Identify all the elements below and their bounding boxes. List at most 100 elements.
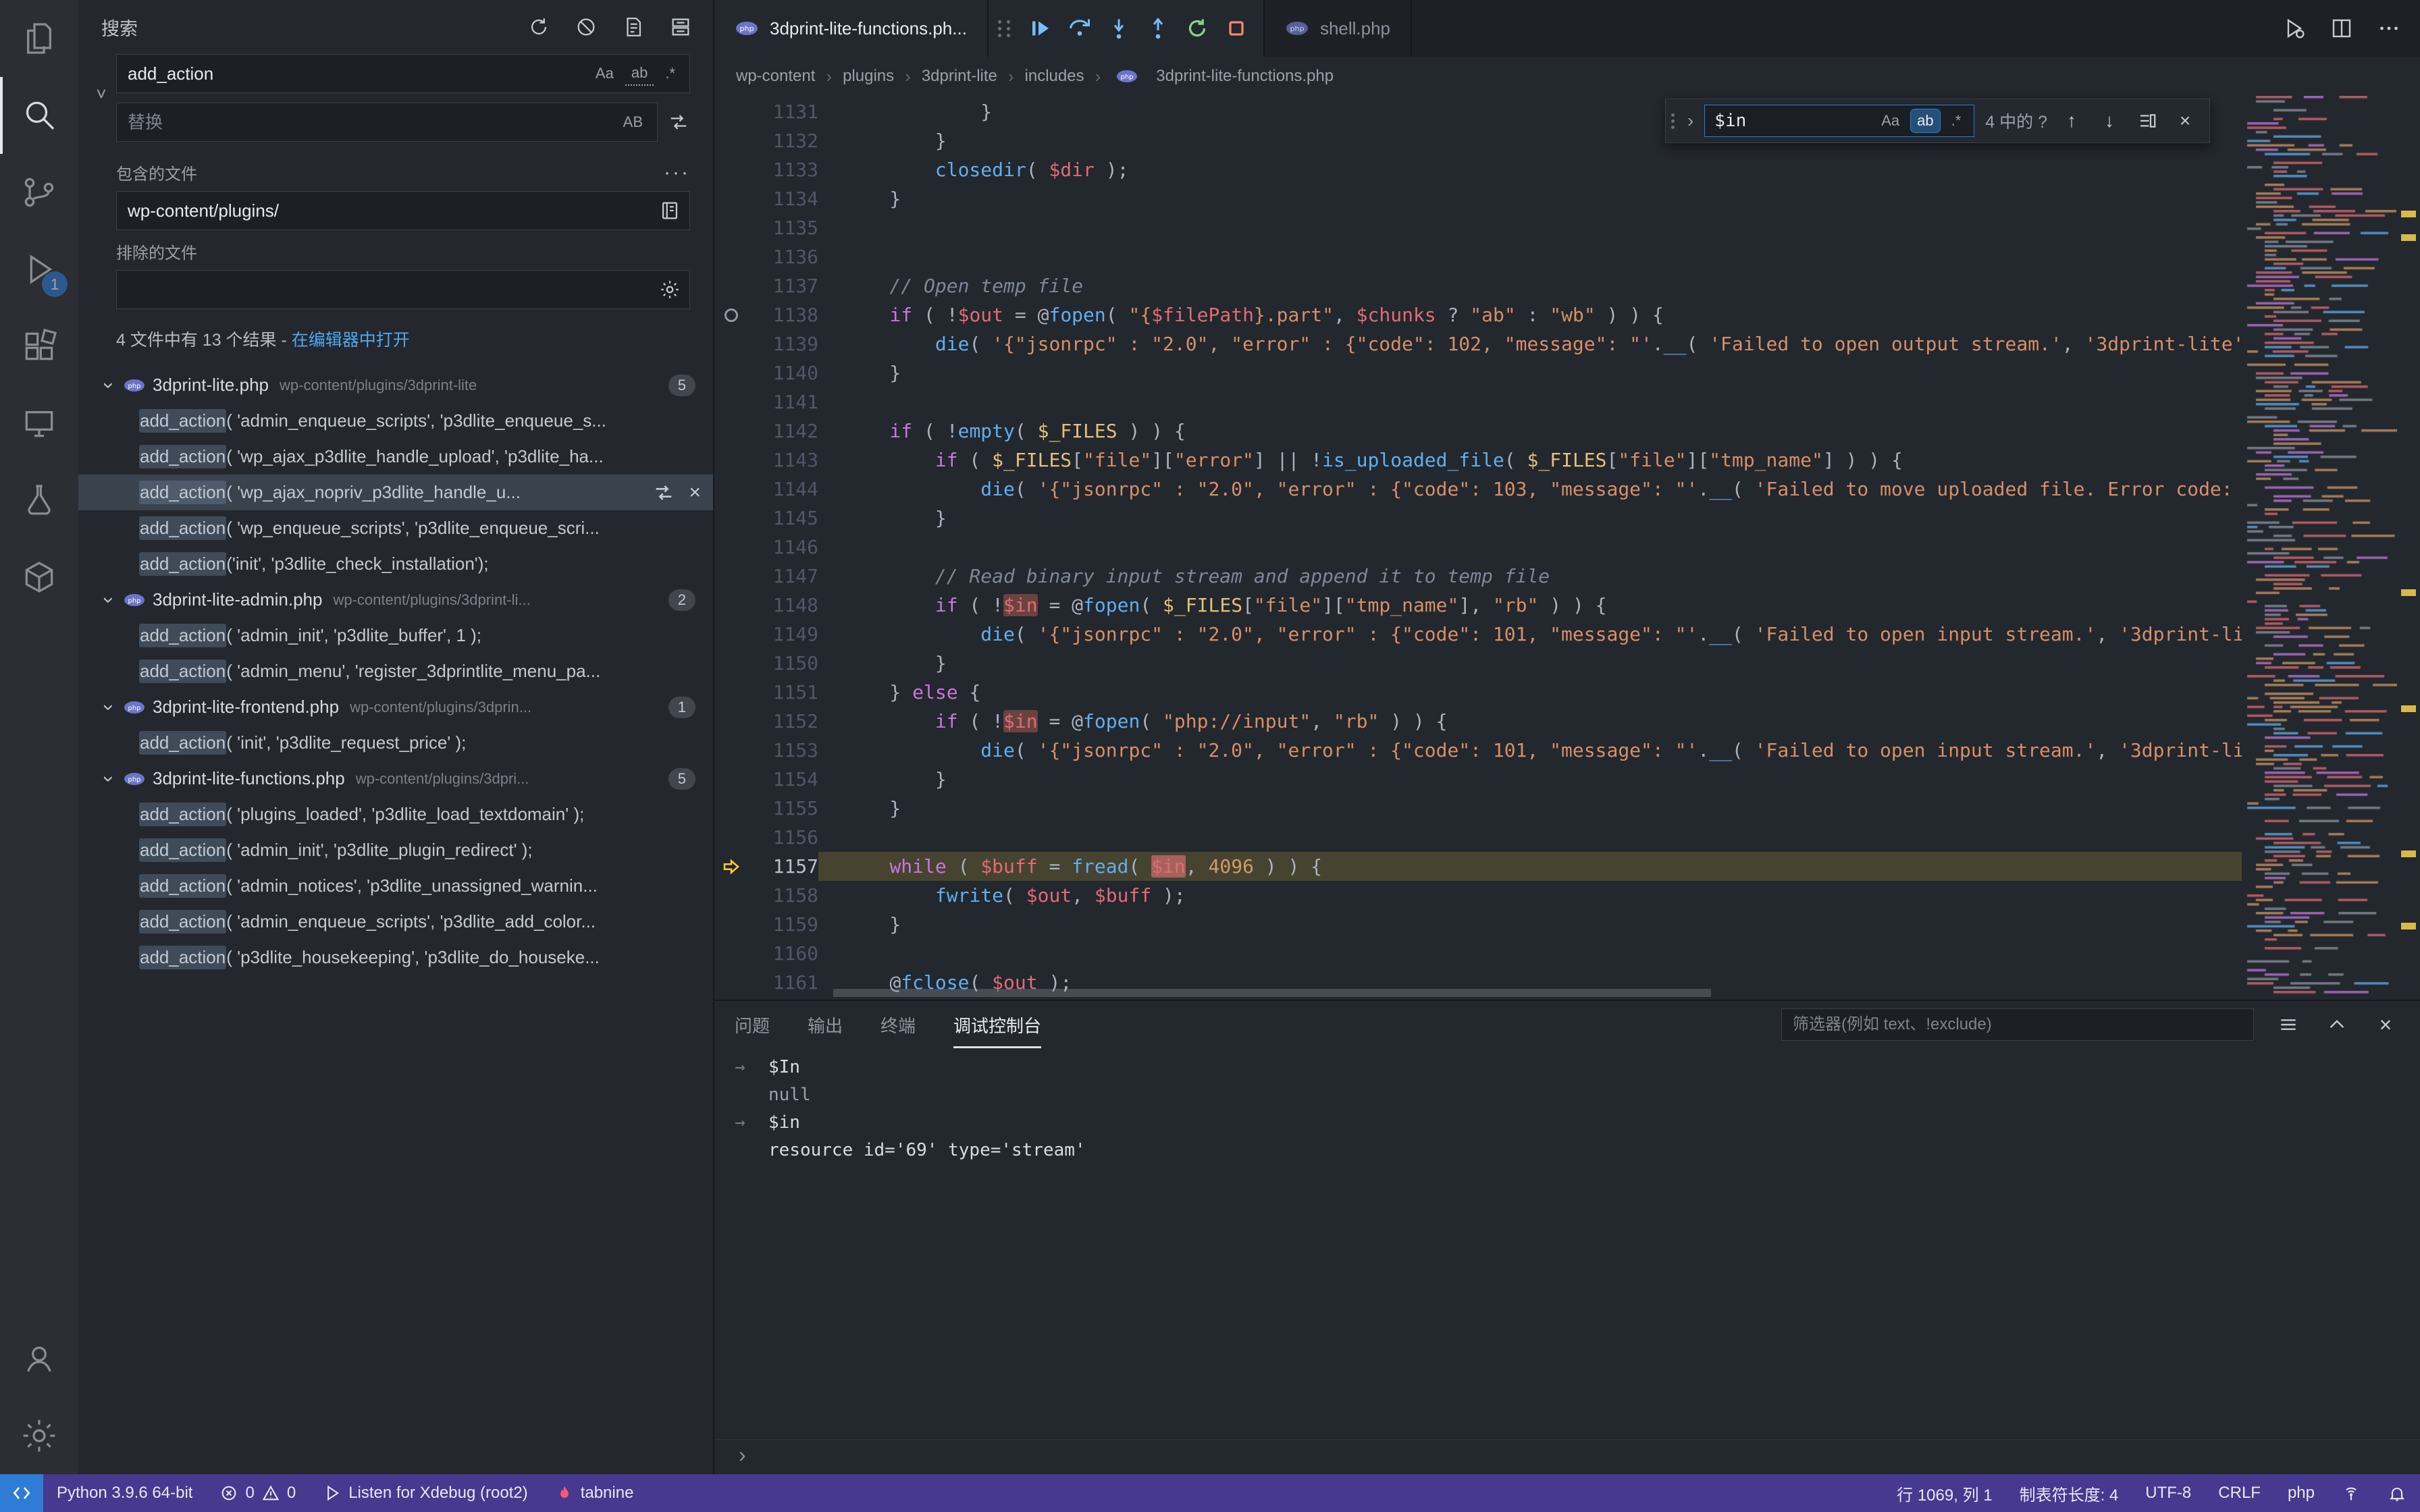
debug-step-out-icon[interactable]	[1140, 11, 1176, 46]
gutter-glyph-margin[interactable]	[714, 213, 748, 242]
code-line[interactable]: 1137 // Open temp file	[714, 271, 2242, 300]
code-line[interactable]: 1149 die( '{"jsonrpc" : "2.0", "error" :…	[714, 620, 2242, 649]
code-line[interactable]: 1153 die( '{"jsonrpc" : "2.0", "error" :…	[714, 736, 2242, 765]
run-or-debug-icon[interactable]	[2282, 16, 2307, 40]
encoding-status[interactable]: UTF-8	[2132, 1474, 2205, 1512]
code-line[interactable]: 1146	[714, 533, 2242, 562]
gutter-glyph-margin[interactable]	[714, 329, 748, 358]
search-file-row[interactable]: ›php3dprint-lite-admin.phpwp-content/plu…	[78, 582, 713, 618]
gutter-glyph-margin[interactable]	[714, 794, 748, 823]
breadcrumb-item[interactable]: includes	[1025, 67, 1084, 86]
panel-tab-输出[interactable]: 输出	[808, 1001, 843, 1048]
search-match-row[interactable]: add_action( 'admin_enqueue_scripts', 'p3…	[78, 904, 713, 940]
code-line[interactable]: 1133 closedir( $dir );	[714, 155, 2242, 184]
debug-stop-icon[interactable]	[1219, 11, 1254, 46]
code-line[interactable]: 1143 if ( $_FILES["file"]["error"] || !i…	[714, 446, 2242, 475]
problems-status[interactable]: 0 0	[206, 1474, 309, 1512]
search-file-row[interactable]: ›php3dprint-lite.phpwp-content/plugins/3…	[78, 367, 713, 403]
gutter-glyph-margin[interactable]	[714, 968, 748, 997]
overview-ruler[interactable]	[2397, 96, 2420, 1000]
chevron-down-icon[interactable]: ›	[97, 769, 120, 789]
code-line[interactable]: 1152 if ( !$in = @fopen( "php://input", …	[714, 707, 2242, 736]
match-case-toggle[interactable]: Aa	[589, 62, 620, 85]
gutter-glyph-margin[interactable]	[714, 939, 748, 968]
tab-3dprint-lite-functions[interactable]: php 3dprint-lite-functions.ph...	[714, 0, 989, 57]
dismiss-match-icon[interactable]: ×	[689, 481, 701, 504]
gutter-glyph-margin[interactable]	[714, 475, 748, 504]
gutter-glyph-margin[interactable]	[714, 707, 748, 736]
code-line[interactable]: 1156	[714, 823, 2242, 852]
gutter-glyph-margin[interactable]	[714, 852, 748, 881]
toggle-replace-icon[interactable]: ›	[1687, 110, 1693, 132]
breadcrumb-item[interactable]: 3dprint-lite	[922, 67, 997, 86]
debug-step-into-icon[interactable]	[1101, 11, 1136, 46]
find-widget-grip[interactable]	[1671, 113, 1675, 129]
search-match-row[interactable]: add_action( 'admin_notices', 'p3dlite_un…	[78, 868, 713, 904]
chevron-down-icon[interactable]: ›	[97, 590, 120, 610]
gutter-glyph-margin[interactable]	[714, 300, 748, 329]
split-editor-icon[interactable]	[2330, 16, 2354, 40]
code-line[interactable]: 1145 }	[714, 504, 2242, 533]
gutter-glyph-margin[interactable]	[714, 416, 748, 446]
collapse-all-icon[interactable]	[667, 14, 694, 40]
chevron-down-icon[interactable]: ›	[97, 375, 120, 396]
gutter-glyph-margin[interactable]	[714, 446, 748, 475]
open-editors-book-icon[interactable]	[658, 199, 681, 222]
code-line[interactable]: 1139 die( '{"jsonrpc" : "2.0", "error" :…	[714, 329, 2242, 358]
console-filter-input[interactable]	[1793, 1015, 2242, 1034]
clear-search-results-icon[interactable]	[573, 14, 600, 40]
debug-continue-icon[interactable]	[1023, 11, 1058, 46]
gutter-glyph-margin[interactable]	[714, 591, 748, 620]
horizontal-scrollbar[interactable]	[833, 989, 1711, 997]
gutter-glyph-margin[interactable]	[714, 678, 748, 707]
find-close-icon[interactable]: ×	[2172, 110, 2199, 132]
gutter-glyph-margin[interactable]	[714, 387, 748, 416]
gutter-glyph-margin[interactable]	[714, 562, 748, 591]
notifications-bell-icon[interactable]	[2374, 1474, 2420, 1512]
code-line[interactable]: 1142 if ( !empty( $_FILES ) ) {	[714, 416, 2242, 446]
code-line[interactable]: 1160	[714, 939, 2242, 968]
xdebug-launch-status[interactable]: Listen for Xdebug (root2)	[309, 1474, 542, 1512]
code-line[interactable]: 1135	[714, 213, 2242, 242]
indentation-status[interactable]: 制表符长度: 4	[2006, 1474, 2132, 1512]
debug-restart-icon[interactable]	[1180, 11, 1215, 46]
code-line[interactable]: 1138 if ( !$out = @fopen( "{$filePath}.p…	[714, 300, 2242, 329]
code-line[interactable]: 1136	[714, 242, 2242, 271]
search-match-row[interactable]: add_action( 'p3dlite_housekeeping', 'p3d…	[78, 940, 713, 975]
toggle-search-details-icon[interactable]: ···	[664, 161, 690, 184]
gutter-glyph-margin[interactable]	[714, 823, 748, 852]
search-file-row[interactable]: ›php3dprint-lite-functions.phpwp-content…	[78, 761, 713, 796]
code-line[interactable]: 1154 }	[714, 765, 2242, 794]
panel-maximize-chevron-icon[interactable]	[2323, 1014, 2351, 1035]
open-in-editor-link[interactable]: 在编辑器中打开	[292, 331, 410, 350]
panel-menu-icon[interactable]	[2274, 1014, 2303, 1035]
code-line[interactable]: 1158 fwrite( $out, $buff );	[714, 881, 2242, 910]
gutter-glyph-margin[interactable]	[714, 736, 748, 765]
search-match-row[interactable]: add_action( 'wp_enqueue_scripts', 'p3dli…	[78, 510, 713, 546]
code-line[interactable]: 1148 if ( !$in = @fopen( $_FILES["file"]…	[714, 591, 2242, 620]
settings-gear-icon[interactable]	[0, 1397, 78, 1474]
network-icon[interactable]	[2328, 1474, 2374, 1512]
code-line[interactable]: 1155 }	[714, 794, 2242, 823]
gutter-glyph-margin[interactable]	[714, 910, 748, 939]
gutter-glyph-margin[interactable]	[714, 97, 748, 126]
toggle-replace-chevron[interactable]: ˅	[86, 54, 116, 142]
replace-match-icon[interactable]	[652, 481, 675, 504]
search-match-row[interactable]: add_action( 'admin_init', 'p3dlite_buffe…	[78, 618, 713, 653]
extensions-icon[interactable]	[0, 308, 78, 385]
code-line[interactable]: 1151 } else {	[714, 678, 2242, 707]
breadcrumb-item[interactable]: plugins	[843, 67, 894, 86]
gutter-glyph-margin[interactable]	[714, 504, 748, 533]
files-exclude-input[interactable]	[128, 279, 658, 300]
gutter-glyph-margin[interactable]	[714, 620, 748, 649]
panel-tab-终端[interactable]: 终端	[880, 1001, 916, 1048]
package-icon[interactable]	[0, 539, 78, 616]
code-line[interactable]: 1140 }	[714, 358, 2242, 387]
find-next-icon[interactable]: ↓	[2096, 110, 2123, 132]
more-actions-icon[interactable]	[2377, 16, 2401, 40]
tab-shell-php[interactable]: php shell.php	[1265, 0, 1412, 57]
testing-icon[interactable]	[0, 462, 78, 539]
search-input[interactable]	[128, 63, 584, 84]
code-line[interactable]: 1141	[714, 387, 2242, 416]
panel-tab-问题[interactable]: 问题	[735, 1001, 770, 1048]
